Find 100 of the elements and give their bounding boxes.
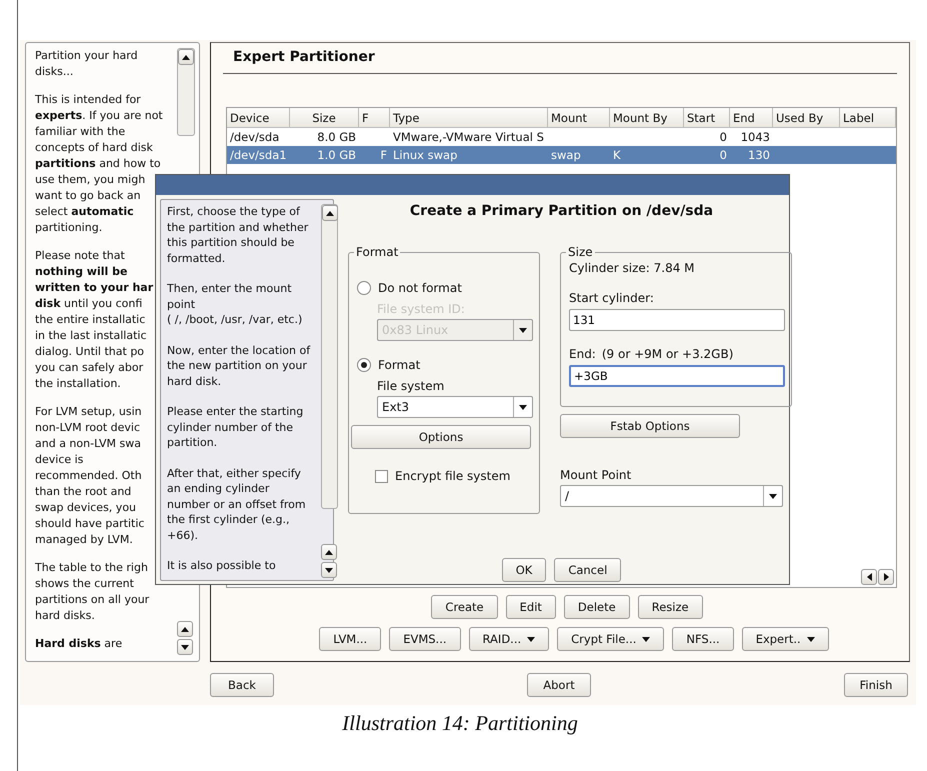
scroll-up-button[interactable]	[322, 205, 338, 221]
column-header[interactable]: Device	[227, 108, 290, 128]
help-text-line: This is intended for	[35, 92, 141, 108]
help-text-line: written to your har	[35, 280, 154, 296]
table-cell: 0	[720, 148, 727, 162]
table-cell: K	[613, 148, 621, 162]
start-cylinder-field[interactable]: 131	[569, 309, 785, 331]
column-header[interactable]: F	[359, 108, 390, 128]
table-cell: 1043	[740, 130, 770, 144]
tool-button[interactable]: EVMS...	[389, 627, 461, 651]
help-text-line: Hard disks are	[35, 636, 122, 652]
action-button[interactable]: Edit	[506, 595, 556, 619]
help-paragraph: Now, enter the location of the new partition on your hard disk.	[167, 342, 312, 389]
table-row[interactable]: /dev/sda 8.0 GB VMware,-VMware Virtual S 0 1043	[227, 128, 896, 146]
help-text-line: recommended. Oth	[35, 468, 142, 484]
options-button[interactable]: Options	[351, 425, 531, 449]
checkbox-option[interactable]: Encrypt file system	[375, 469, 510, 483]
nav-button[interactable]: Abort	[527, 673, 591, 697]
fstab-options-button[interactable]: Fstab Options	[560, 414, 740, 438]
radio-button[interactable]	[357, 281, 371, 295]
cylinder-size-text: Cylinder size: 7.84 M	[569, 261, 696, 275]
column-header[interactable]: Mount	[548, 108, 610, 128]
help-text-line: For LVM setup, usin	[35, 404, 142, 420]
up-arrow-icon	[181, 626, 189, 632]
help-text-line: managed by LVM.	[35, 532, 133, 548]
help-text-line: partitioning.	[35, 220, 102, 236]
field-label: End: (9 or +9M or +3.2GB)	[569, 347, 734, 361]
table-cell: F	[380, 148, 387, 162]
help-text-line: the entire installatic	[35, 312, 146, 328]
field-label: File system	[377, 379, 444, 393]
help-text-line: swap devices, you	[35, 500, 136, 516]
dialog-button[interactable]: OK	[502, 558, 546, 582]
menu-button[interactable]: RAID...	[468, 627, 550, 651]
table-cell: 0	[720, 130, 727, 144]
column-header[interactable]: Size	[290, 108, 359, 128]
table-cell: 1.0 GB	[317, 148, 356, 162]
help-text-line: in the last installatic	[35, 328, 146, 344]
menu-button[interactable]: Expert..	[742, 627, 829, 651]
dialog-heading: Create a Primary Partition on /dev/sda	[408, 203, 714, 219]
scroll-up-button[interactable]	[177, 621, 193, 637]
help-text-line: Partition your hard	[35, 48, 138, 64]
up-arrow-icon	[182, 54, 190, 60]
tool-button[interactable]: NFS...	[672, 627, 734, 651]
action-button[interactable]: Resize	[638, 595, 703, 619]
radio-option[interactable]: Format	[357, 358, 420, 372]
help-text-line: shows the current	[35, 576, 134, 592]
mount-point-field[interactable]: /	[560, 485, 783, 507]
checkbox[interactable]	[375, 470, 388, 482]
nav-button[interactable]: Back	[210, 673, 274, 697]
dropdown-arrow-icon	[519, 404, 527, 410]
scroll-up-button[interactable]	[178, 49, 194, 65]
help-text-line: Please note that	[35, 248, 125, 264]
radio-option[interactable]: Do not format	[357, 281, 462, 295]
scroll-down-button[interactable]	[321, 562, 337, 578]
dropdown-arrow-icon	[519, 328, 527, 332]
help-text-line: should have partitic	[35, 516, 144, 532]
figure-caption: Illustration 14: Partitioning	[341, 711, 579, 736]
column-header[interactable]: End	[730, 108, 773, 128]
group-label: Size	[567, 245, 594, 259]
table-cell: Linux swap	[393, 148, 458, 162]
help-text-line: and a non-LVM swa	[35, 436, 141, 452]
help-paragraph: First, choose the type of the partition and whether this partition should be formatted.	[167, 204, 310, 266]
help-text-line: than the root and	[35, 484, 132, 500]
help-text-line: device is	[35, 452, 84, 468]
help-text-line: dialog. Until that po	[35, 344, 144, 360]
menu-button[interactable]: Crypt File...	[557, 627, 664, 651]
dialog-button[interactable]: Cancel	[554, 558, 622, 582]
scroll-up-button[interactable]	[321, 544, 337, 560]
up-arrow-icon	[326, 210, 334, 216]
scrollbar[interactable]	[177, 48, 195, 136]
column-header[interactable]: Type	[390, 108, 548, 128]
scroll-right-button[interactable]	[878, 569, 894, 585]
end-field[interactable]: +3GB	[569, 365, 785, 387]
down-arrow-icon	[181, 644, 189, 650]
field-label: Mount Point	[560, 468, 632, 482]
nav-button[interactable]: Finish	[844, 673, 908, 697]
radio-button[interactable]	[357, 358, 371, 372]
group-label: Format	[355, 245, 400, 259]
table-row[interactable]: /dev/sda1 1.0 GB F Linux swap swap K 0 130	[227, 146, 896, 164]
panel-title: Expert Partitioner	[223, 49, 897, 74]
tool-button[interactable]: LVM...	[319, 627, 382, 651]
column-header[interactable]: Start	[684, 108, 730, 128]
help-text-line: disks...	[35, 64, 74, 80]
right-arrow-icon	[884, 573, 888, 581]
table-cell: 8.0 GB	[317, 130, 356, 144]
help-text-line: use them, you migh	[35, 172, 146, 188]
help-text-line: concepts of hard disk	[35, 140, 153, 156]
help-text-line: familiar with the	[35, 124, 126, 140]
table-cell: /dev/sda1	[230, 148, 287, 162]
scroll-left-button[interactable]	[861, 569, 877, 585]
column-header[interactable]: Used By	[773, 108, 840, 128]
column-header[interactable]: Label	[840, 108, 896, 128]
scroll-down-button[interactable]	[177, 639, 193, 655]
action-button[interactable]: Create	[431, 595, 498, 619]
scrollbar[interactable]	[321, 204, 338, 509]
help-paragraph: Please enter the starting cylinder number of the partition.	[167, 404, 304, 450]
action-button[interactable]: Delete	[564, 595, 630, 619]
table-cell: swap	[551, 148, 581, 162]
dropdown-field[interactable]: Ext3	[377, 396, 533, 418]
column-header[interactable]: Mount By	[610, 108, 684, 128]
